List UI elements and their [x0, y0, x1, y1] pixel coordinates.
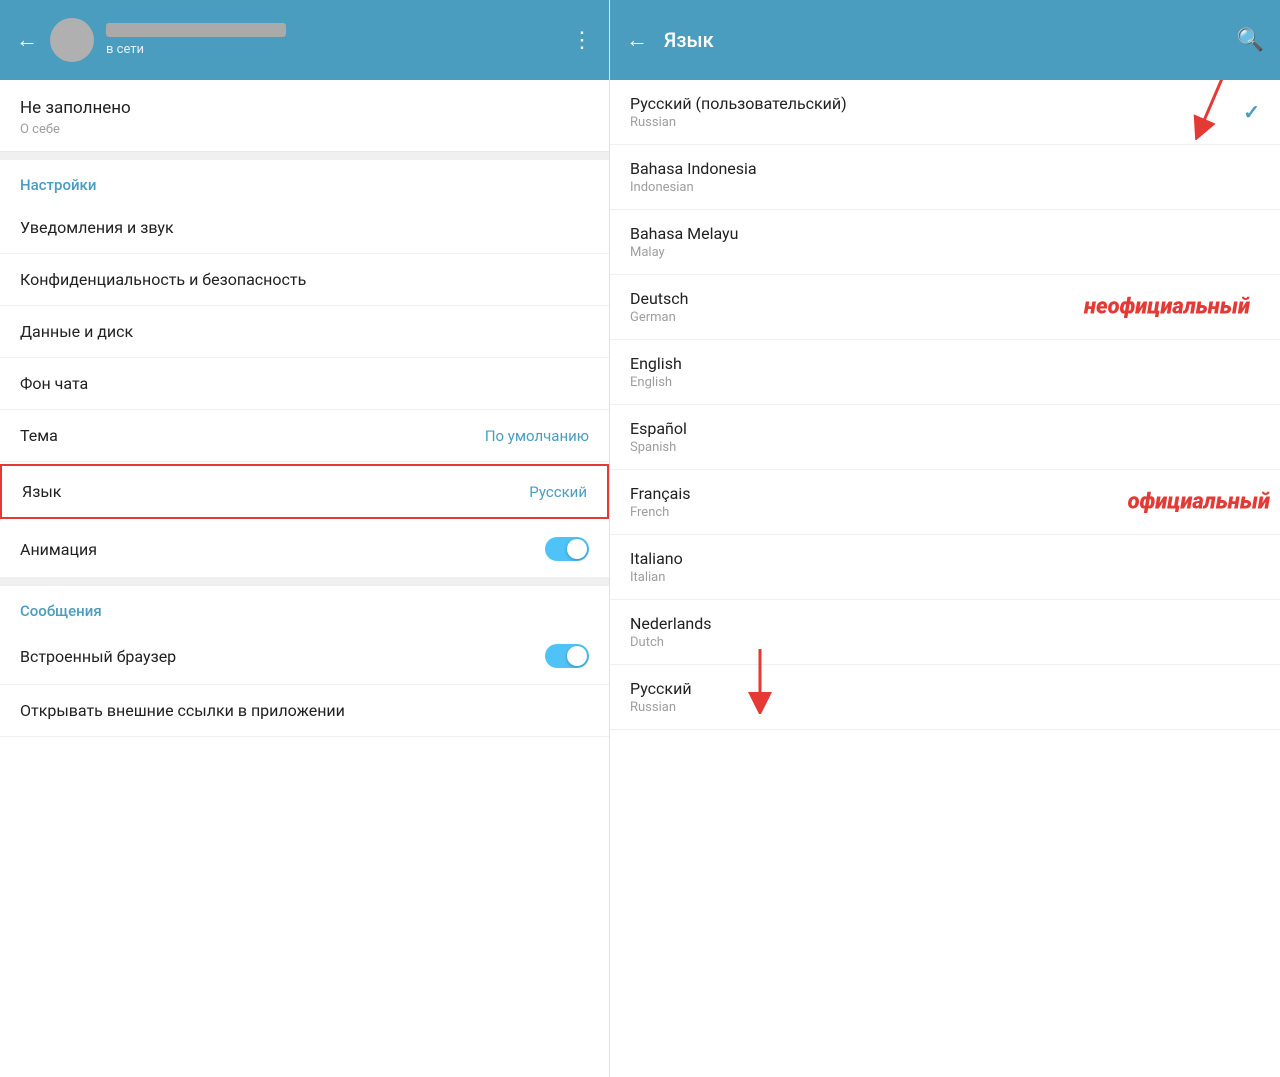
- settings-item-notifications[interactable]: Уведомления и звук: [0, 202, 609, 254]
- back-button-right[interactable]: ←: [626, 27, 648, 53]
- language-text-german: Deutsch German: [630, 289, 688, 325]
- right-panel: ← Язык 🔍 Русский (пользовательский) Russ…: [610, 0, 1280, 1077]
- language-value: Русский: [529, 483, 587, 501]
- settings-item-theme[interactable]: Тема По умолчанию: [0, 410, 609, 462]
- wallpaper-label: Фон чата: [20, 374, 88, 393]
- language-text-dutch: Nederlands Dutch: [630, 614, 712, 650]
- language-name-french: Français: [630, 484, 691, 503]
- language-native-russian-custom: Russian: [630, 115, 847, 130]
- notifications-label: Уведомления и звук: [20, 218, 174, 237]
- right-header: ← Язык 🔍: [610, 0, 1280, 80]
- language-text-indonesian: Bahasa Indonesia Indonesian: [630, 159, 757, 195]
- messages-section-header: Сообщения: [0, 586, 609, 628]
- language-native-spanish: Spanish: [630, 440, 687, 455]
- theme-label: Тема: [20, 426, 58, 445]
- language-name-russian-official: Русский: [630, 679, 692, 698]
- language-name-spanish: Español: [630, 419, 687, 438]
- settings-item-animation[interactable]: Анимация: [0, 521, 609, 578]
- red-arrow-1: [1170, 80, 1250, 140]
- settings-item-external-links[interactable]: Открывать внешние ссылки в приложении: [0, 685, 609, 737]
- language-name-german: Deutsch: [630, 289, 688, 308]
- language-native-malay: Malay: [630, 245, 738, 260]
- language-text-italian: Italiano Italian: [630, 549, 683, 585]
- selected-checkmark: ✓: [1243, 100, 1260, 124]
- settings-section-header: Настройки: [0, 160, 609, 202]
- language-native-italian: Italian: [630, 570, 683, 585]
- language-item-malay[interactable]: Bahasa Melayu Malay: [610, 210, 1280, 275]
- header-info: в сети: [106, 23, 559, 57]
- profile-bio-subtitle: О себе: [20, 122, 589, 137]
- language-item-english[interactable]: English English: [610, 340, 1280, 405]
- language-label: Язык: [22, 482, 61, 501]
- language-native-russian-official: Russian: [630, 700, 692, 715]
- back-button-left[interactable]: ←: [16, 27, 38, 53]
- language-name-dutch: Nederlands: [630, 614, 712, 633]
- browser-toggle-container: [545, 644, 589, 668]
- browser-label: Встроенный браузер: [20, 647, 176, 666]
- more-options-button[interactable]: ⋮: [571, 28, 593, 53]
- language-text-russian-custom: Русский (пользовательский) Russian: [630, 94, 847, 130]
- settings-item-browser[interactable]: Встроенный браузер: [0, 628, 609, 685]
- language-text-spanish: Español Spanish: [630, 419, 687, 455]
- language-list: Русский (пользовательский) Russian ✓ Bah…: [610, 80, 1280, 1077]
- language-native-indonesian: Indonesian: [630, 180, 757, 195]
- language-name-russian-custom: Русский (пользовательский): [630, 94, 847, 113]
- external-links-label: Открывать внешние ссылки в приложении: [20, 701, 345, 720]
- language-item-indonesian[interactable]: Bahasa Indonesia Indonesian: [610, 145, 1280, 210]
- official-annotation: официальный: [1128, 490, 1270, 515]
- avatar: [50, 18, 94, 62]
- animation-toggle-container: [545, 537, 589, 561]
- language-native-dutch: Dutch: [630, 635, 712, 650]
- language-text-french: Français French: [630, 484, 691, 520]
- privacy-label: Конфиденциальность и безопасность: [20, 270, 306, 289]
- language-name-english: English: [630, 354, 682, 373]
- language-item-italian[interactable]: Italiano Italian: [610, 535, 1280, 600]
- language-native-french: French: [630, 505, 691, 520]
- language-item-russian-official[interactable]: Русский Russian: [610, 665, 1280, 730]
- language-native-german: German: [630, 310, 688, 325]
- left-panel: ← в сети ⋮ Не заполнено О себе Настройки…: [0, 0, 610, 1077]
- language-text-malay: Bahasa Melayu Malay: [630, 224, 738, 260]
- contact-status: в сети: [106, 42, 559, 57]
- language-name-italian: Italiano: [630, 549, 683, 568]
- profile-section: Не заполнено О себе: [0, 80, 609, 152]
- language-item-russian-custom[interactable]: Русский (пользовательский) Russian ✓: [610, 80, 1280, 145]
- settings-item-data[interactable]: Данные и диск: [0, 306, 609, 358]
- animation-label: Анимация: [20, 540, 97, 559]
- language-screen-title: Язык: [664, 28, 1221, 52]
- unofficial-annotation: неофициальный: [1084, 295, 1250, 320]
- language-name-indonesian: Bahasa Indonesia: [630, 159, 757, 178]
- language-item-dutch[interactable]: Nederlands Dutch: [610, 600, 1280, 665]
- settings-item-privacy[interactable]: Конфиденциальность и безопасность: [0, 254, 609, 306]
- left-header: ← в сети ⋮: [0, 0, 609, 80]
- language-native-english: English: [630, 375, 682, 390]
- language-item-spanish[interactable]: Español Spanish: [610, 405, 1280, 470]
- settings-item-language[interactable]: Язык Русский: [0, 464, 609, 519]
- data-label: Данные и диск: [20, 322, 133, 341]
- language-item-german[interactable]: Deutsch German неофициальный: [610, 275, 1280, 340]
- section-divider-1: [0, 152, 609, 160]
- animation-toggle[interactable]: [545, 537, 589, 561]
- browser-toggle[interactable]: [545, 644, 589, 668]
- language-name-malay: Bahasa Melayu: [630, 224, 738, 243]
- language-text-russian-official: Русский Russian: [630, 679, 692, 715]
- language-text-english: English English: [630, 354, 682, 390]
- section-divider-2: [0, 578, 609, 586]
- search-language-button[interactable]: 🔍: [1237, 28, 1264, 53]
- language-item-french[interactable]: Français French официальный: [610, 470, 1280, 535]
- contact-name-blurred: [106, 23, 286, 37]
- theme-value: По умолчанию: [485, 427, 589, 445]
- settings-item-wallpaper[interactable]: Фон чата: [0, 358, 609, 410]
- profile-bio-title: Не заполнено: [20, 98, 589, 118]
